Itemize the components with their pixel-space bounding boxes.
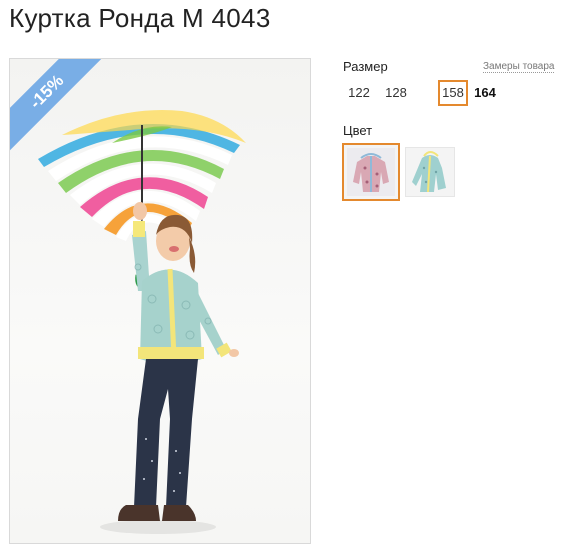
jacket-thumbnail-side: [406, 148, 454, 196]
size-option-128[interactable]: 128: [382, 80, 410, 106]
product-photo-image: [38, 110, 246, 534]
color-swatch-selected[interactable]: [342, 143, 400, 201]
size-option-158-selected[interactable]: 158: [438, 80, 468, 106]
page-title: Куртка Ронда М 4043: [9, 3, 271, 33]
measurements-link[interactable]: Замеры товара: [483, 61, 555, 73]
size-label: Размер: [343, 59, 388, 74]
size-option-164[interactable]: 164: [473, 80, 497, 106]
jacket-thumbnail-front: [347, 148, 395, 196]
size-option-122[interactable]: 122: [346, 80, 372, 106]
product-page: Куртка Ронда М 4043 -15% Размер Замеры т…: [0, 0, 574, 551]
color-swatch-alt[interactable]: [405, 147, 455, 197]
product-photo[interactable]: -15%: [9, 58, 311, 544]
color-label: Цвет: [343, 123, 373, 138]
